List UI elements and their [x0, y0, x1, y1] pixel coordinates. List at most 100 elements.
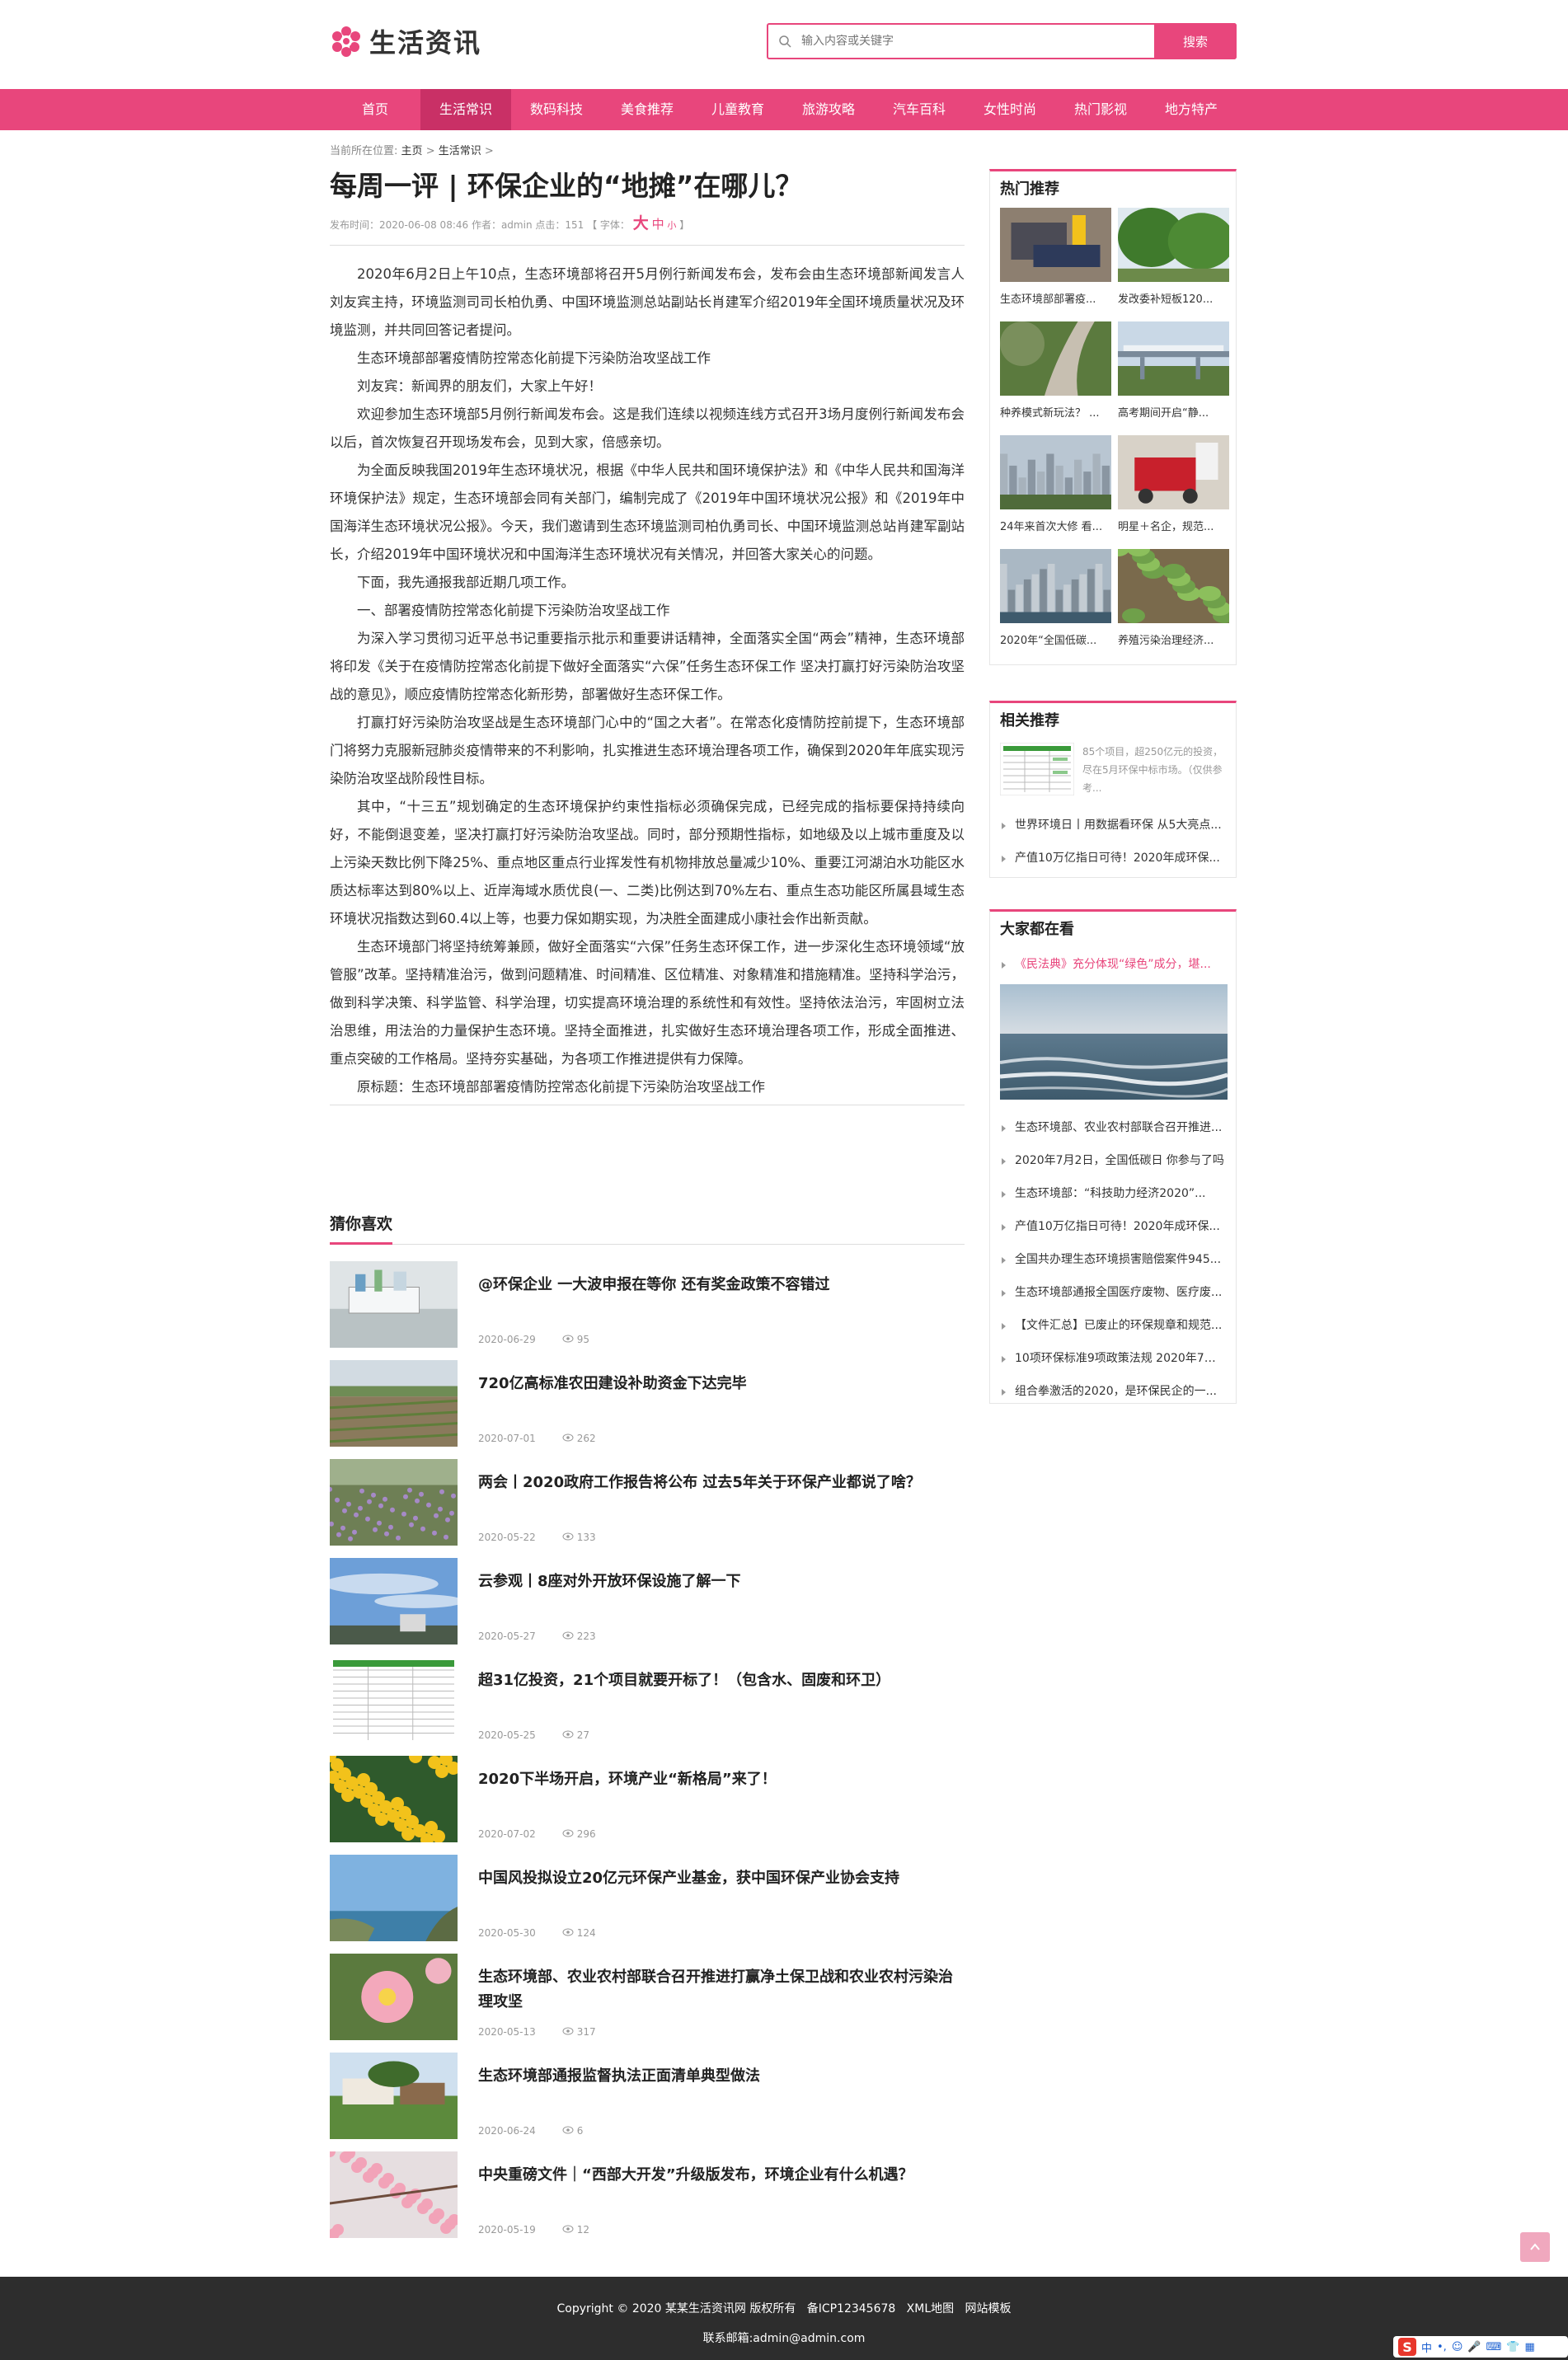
hot-item-caption[interactable]: 高考期间开启“静... [1118, 404, 1229, 420]
list-item-title[interactable]: @环保企业 一大波申报在等你 还有奖金政策不容错过 [478, 1273, 956, 1297]
list-item[interactable]: 组合拳激活的2020，是环保民企的一... [1000, 1375, 1226, 1408]
list-item[interactable]: 生态环境部通报监督执法正面清单典型做法 2020-06-24 6 [330, 2046, 965, 2145]
thumbnail-image [1000, 743, 1074, 795]
list-item[interactable]: @环保企业 一大波申报在等你 还有奖金政策不容错过 2020-06-29 95 [330, 1255, 965, 1354]
hot-item[interactable]: 24年来首次大修 看... [1000, 435, 1111, 552]
list-item-title[interactable]: 生态环境部通报监督执法正面清单典型做法 [478, 2064, 956, 2089]
thumbnail-image[interactable] [327, 1459, 458, 1546]
hot-item-caption[interactable]: 养殖污染治理经济... [1118, 631, 1229, 647]
thumbnail-image[interactable] [330, 1657, 458, 1743]
thumbnail-image[interactable] [1000, 321, 1111, 396]
list-item[interactable]: 产值10万亿指日可待！2020年成环保... [1000, 842, 1226, 875]
list-item-title[interactable]: 超31亿投资，21个项目就要开标了！（包含水、固废和环卫） [478, 1668, 956, 1693]
thumbnail-image[interactable] [330, 1855, 458, 1941]
eye-icon [562, 1828, 574, 1840]
thumbnail-image[interactable] [1000, 435, 1111, 552]
list-item-title[interactable]: 2020下半场开启，环境产业“新格局”来了！ [478, 1767, 956, 1792]
list-item[interactable]: 生态环境部、农业农村部联合召开推进打赢净土保卫战和农业农村污染治理攻坚 2020-… [330, 1947, 965, 2046]
font-size-small-button[interactable]: 小 [667, 220, 676, 231]
list-item[interactable]: 产值10万亿指日可待！2020年成环保... [1000, 1210, 1226, 1243]
font-size-large-button[interactable]: 大 [633, 214, 649, 232]
nav-item[interactable]: 地方特产 [1146, 89, 1237, 130]
hot-item-caption[interactable]: 生态环境部部署疫... [1000, 290, 1111, 306]
site-logo[interactable]: 生活资讯 [330, 23, 481, 59]
hot-item[interactable]: 种养模式新玩法？ ... [1000, 321, 1111, 435]
thumbnail-image[interactable] [330, 1261, 458, 1348]
nav-item[interactable]: 生活常识 [420, 89, 511, 130]
ime-toolbar[interactable]: S 中 •, ☺ 🎤 ⌨ 👕 ▦ [1393, 2336, 1568, 2358]
related-top-item[interactable]: 85个项目，超250亿元的投资，尽在5月环保中标市场。（仅供参考... [990, 739, 1236, 809]
list-item-title[interactable]: 720亿高标准农田建设补助资金下达完毕 [478, 1372, 956, 1396]
thumbnail-image[interactable] [323, 1558, 464, 1644]
list-item-title[interactable]: 两会丨2020政府工作报告将公布 过去5年关于环保产业都说了啥？ [478, 1471, 956, 1495]
thumbnail-image[interactable] [1118, 435, 1229, 509]
hot-item[interactable]: 养殖污染治理经济... [1106, 542, 1236, 663]
list-item[interactable]: 云参观丨8座对外开放环保设施了解一下 2020-05-27 223 [323, 1551, 965, 1650]
thumbnail-image[interactable] [999, 984, 1228, 1100]
nav-item[interactable]: 美食推荐 [602, 89, 692, 130]
list-item-date: 2020-05-13 [478, 2026, 536, 2038]
breadcrumb-home-link[interactable]: 主页 [401, 145, 423, 157]
list-item[interactable]: 10项环保标准9项政策法规 2020年7月... [1000, 1342, 1226, 1375]
list-item[interactable]: 全国共办理生态环境损害赔偿案件945... [1000, 1243, 1226, 1276]
thumbnail-image[interactable] [330, 1954, 458, 2040]
breadcrumb-prefix: 当前所在位置: [330, 145, 398, 157]
list-item[interactable]: 生态环境部、农业农村部联合召开推进... [1000, 1111, 1226, 1144]
hot-item-caption[interactable]: 24年来首次大修 看... [1000, 518, 1111, 533]
hot-item-caption[interactable]: 发改委补短板120... [1118, 290, 1229, 306]
thumbnail-image[interactable] [329, 1360, 458, 1447]
nav-item[interactable]: 热门影视 [1055, 89, 1146, 130]
list-item[interactable]: 720亿高标准农田建设补助资金下达完毕 2020-07-01 262 [329, 1354, 965, 1452]
thumbnail-image[interactable] [1118, 208, 1235, 282]
nav-item[interactable]: 儿童教育 [692, 89, 783, 130]
list-item[interactable]: 世界环境日丨用数据看环保 从5大亮点... [1000, 809, 1226, 842]
list-item[interactable]: 两会丨2020政府工作报告将公布 过去5年关于环保产业都说了啥？ 2020-05-… [327, 1452, 965, 1551]
thumbnail-image[interactable] [1118, 321, 1229, 396]
nav-item[interactable]: 数码科技 [511, 89, 602, 130]
nav-item[interactable]: 汽车百科 [874, 89, 965, 130]
hot-item-caption[interactable]: 2020年“全国低碳... [1000, 631, 1111, 647]
nav-item[interactable]: 旅游攻略 [783, 89, 874, 130]
breadcrumb-current-link[interactable]: 生活常识 [439, 145, 481, 157]
hot-item-caption[interactable]: 种养模式新玩法？ ... [1000, 404, 1111, 420]
list-item[interactable]: 中国风投拟设立20亿元环保产业基金，获中国环保产业协会支持 2020-05-30 1… [330, 1848, 965, 1947]
list-item[interactable]: 超31亿投资，21个项目就要开标了！（包含水、固废和环卫） 2020-05-25 2… [330, 1650, 965, 1749]
list-item[interactable]: 【文件汇总】已废止的环保规章和规范... [1000, 1309, 1226, 1342]
article-paragraph: 生态环境部部署疫情防控常态化前提下污染防治攻坚战工作 [357, 350, 711, 366]
hot-item[interactable]: 生态环境部部署疫... [1000, 208, 1111, 321]
hot-item[interactable]: 明星＋名企，规范... [1118, 435, 1229, 549]
list-item[interactable]: 生态环境部：“科技助力经济2020”... [1000, 1177, 1226, 1210]
back-to-top-button[interactable] [1520, 2232, 1550, 2262]
footer: Copyright © 2020 某某生活资讯网 版权所有 备ICP123456… [0, 2277, 1568, 2360]
hot-item[interactable]: 高考期间开启“静... [1118, 321, 1229, 435]
thumbnail-image[interactable] [1106, 542, 1236, 623]
hot-item-caption[interactable]: 明星＋名企，规范... [1118, 518, 1229, 533]
list-item-title[interactable]: 生态环境部、农业农村部联合召开推进打赢净土保卫战和农业农村污染治理攻坚 [478, 1965, 956, 2015]
list-item[interactable]: 生态环境部通报全国医疗废物、医疗废... [1000, 1276, 1226, 1309]
list-item[interactable]: 2020年7月2日，全国低碳日 你参与了吗 [1000, 1144, 1226, 1177]
search-button[interactable]: 搜索 [1154, 23, 1237, 59]
thumbnail-image[interactable] [330, 2053, 458, 2139]
search-input[interactable] [801, 26, 1154, 57]
list-item-title[interactable]: 中央重磅文件｜“西部大开发”升级版发布，环境企业有什么机遇？ [478, 2163, 956, 2188]
list-item-date: 2020-05-25 [478, 1729, 536, 1741]
list-item-title[interactable]: 云参观丨8座对外开放环保设施了解一下 [478, 1569, 956, 1594]
eye-icon [562, 1334, 574, 1345]
list-item-meta: 2020-05-19 12 [478, 2224, 589, 2236]
thumbnail-image[interactable] [1000, 549, 1111, 664]
thumbnail-image[interactable] [324, 2146, 460, 2240]
page: 生活资讯 搜索 首页生活常识数码科技美食推荐儿童教育旅游攻略汽车百科女性时尚热门… [0, 0, 1568, 2360]
font-size-medium-button[interactable]: 中 [652, 217, 664, 232]
article-paragraph: 为深入学习贯彻习近平总书记重要指示批示和重要讲话精神，全面落实全国“两会”精神，… [330, 631, 965, 702]
list-item[interactable]: 2020下半场开启，环境产业“新格局”来了！ 2020-07-02 296 [323, 1749, 965, 1848]
nav-item[interactable]: 首页 [330, 89, 420, 130]
list-item[interactable]: 中央重磅文件｜“西部大开发”升级版发布，环境企业有什么机遇？ 2020-05-19… [324, 2145, 965, 2244]
hot-item[interactable]: 2020年“全国低碳... [1000, 549, 1111, 664]
thumbnail-image[interactable] [323, 1749, 460, 1846]
thumbnail-image[interactable] [1000, 208, 1111, 282]
nav-item[interactable]: 女性时尚 [965, 89, 1055, 130]
list-item[interactable]: 《民法典》充分体现“绿色”成分，堪... [1000, 948, 1226, 981]
hot-item[interactable]: 发改委补短板120... [1118, 208, 1235, 321]
list-item-meta: 2020-05-27 223 [478, 1630, 596, 1642]
list-item-title[interactable]: 中国风投拟设立20亿元环保产业基金，获中国环保产业协会支持 [478, 1866, 956, 1891]
